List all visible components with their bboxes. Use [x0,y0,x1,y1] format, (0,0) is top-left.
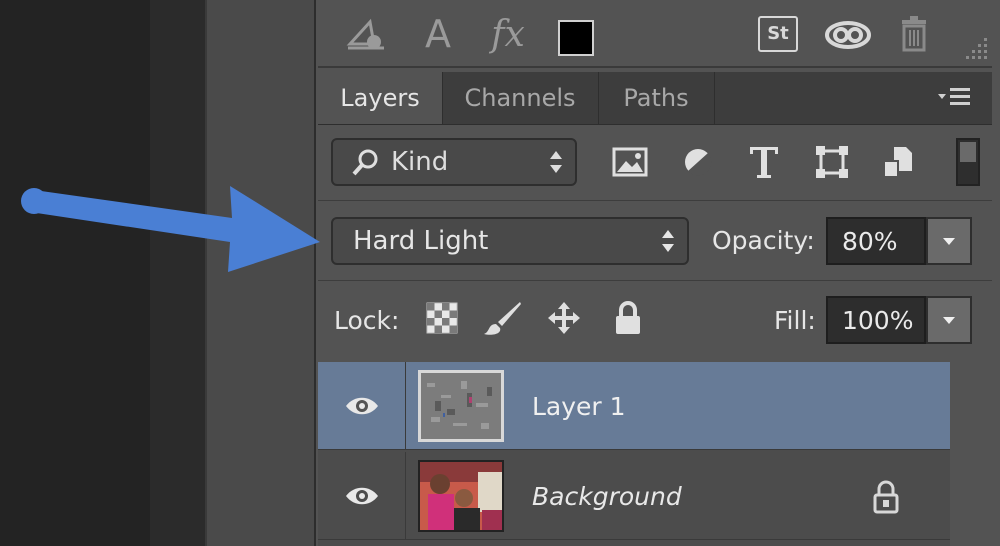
updown-arrows-icon [662,230,674,252]
layers-panel: A fx St Layers Channels Paths Kind Hard … [314,0,1000,546]
blend-mode-value: Hard Light [353,226,489,256]
resize-grip-icon[interactable] [962,34,990,62]
lock-position-move-icon[interactable] [544,298,584,338]
search-icon [351,147,381,177]
opacity-label: Opacity: [712,226,815,255]
chevron-down-icon [943,238,955,245]
divider [318,280,992,281]
eye-icon [345,397,378,415]
text-tool-icon[interactable]: A [418,12,458,56]
blend-mode-select[interactable]: Hard Light [331,217,689,265]
fill-label: Fill: [774,306,816,335]
panel-toolbar: A fx St [318,0,992,68]
trash-icon[interactable] [894,14,934,54]
paint-3d-icon[interactable] [344,14,392,54]
layer-locked-icon [872,480,900,518]
type-layer-filter-icon[interactable] [744,142,784,182]
tab-channels[interactable]: Channels [442,72,599,124]
filter-kind-select[interactable]: Kind [331,138,577,186]
foreground-color-swatch[interactable] [558,20,594,56]
layers-list: Layer 1 Background [318,362,992,546]
lock-label: Lock: [334,306,400,335]
layer-row-background[interactable]: Background [318,452,950,540]
fill-dropdown-button[interactable] [926,296,972,344]
lock-all-icon[interactable] [608,298,648,338]
filter-kind-label: Kind [391,147,449,177]
layer-row-layer-1[interactable]: Layer 1 [318,362,950,450]
stock-icon[interactable]: St [756,14,800,54]
opacity-dropdown-button[interactable] [926,217,972,265]
smart-object-filter-icon[interactable] [878,142,918,182]
creative-cloud-icon[interactable] [822,14,874,54]
shape-layer-filter-icon[interactable] [812,142,852,182]
layers-scrollbar[interactable] [950,362,992,546]
tab-layers[interactable]: Layers [318,72,443,124]
panel-menu-icon[interactable] [938,86,972,113]
tab-paths[interactable]: Paths [598,72,715,124]
pixel-layer-filter-icon[interactable] [610,142,650,182]
opacity-input[interactable]: 80% [826,217,926,265]
chevron-down-icon [943,317,955,324]
visibility-toggle[interactable] [318,452,406,540]
layer-thumbnail[interactable] [418,460,504,532]
layer-thumbnail[interactable] [418,370,504,442]
lock-transparency-icon[interactable] [422,298,462,338]
visibility-toggle[interactable] [318,362,406,450]
eye-icon [345,487,378,505]
divider [318,200,992,201]
fill-input[interactable]: 100% [826,296,926,344]
filter-toggle-switch[interactable] [956,138,980,186]
panel-tabs: Layers Channels Paths [318,72,992,125]
layer-name[interactable]: Layer 1 [532,392,626,421]
layer-name[interactable]: Background [532,482,682,511]
lock-pixels-brush-icon[interactable] [482,298,522,338]
annotation-arrow-icon [21,186,320,272]
adjustment-layer-filter-icon[interactable] [678,142,718,182]
fx-icon[interactable]: fx [484,14,532,55]
updown-arrows-icon [550,151,562,173]
stock-label: St [758,16,798,52]
